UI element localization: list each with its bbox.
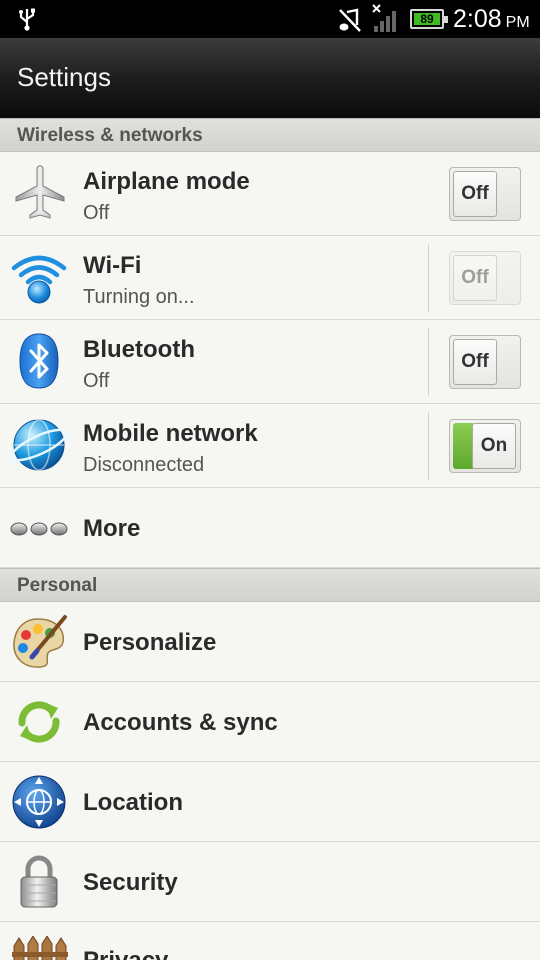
battery-icon: 89: [410, 9, 448, 29]
more-label: More: [83, 515, 141, 542]
globe-icon: [10, 419, 68, 471]
page-title: Settings: [17, 62, 111, 92]
location-icon: [12, 775, 66, 829]
bluetooth-label: Bluetooth: [83, 336, 195, 363]
accounts-sync-label: Accounts & sync: [83, 709, 278, 736]
settings-item-more[interactable]: More: [0, 488, 540, 568]
settings-item-mobile-network[interactable]: Mobile network Disconnected On: [0, 404, 540, 488]
clock-time: 2:08: [453, 5, 502, 33]
wifi-icon: [11, 255, 67, 304]
mobile-network-label: Mobile network: [83, 420, 258, 447]
battery-level: 89: [414, 13, 440, 26]
location-label: Location: [83, 789, 183, 816]
toggle-state: Off: [453, 339, 497, 385]
palette-icon: [13, 615, 67, 668]
toggle-state: On: [472, 423, 516, 469]
airplane-mode-label: Airplane mode: [83, 168, 250, 195]
clock-ampm: PM: [505, 14, 530, 31]
toggle-state: Off: [453, 255, 497, 301]
more-dots-icon: [10, 522, 68, 536]
bluetooth-toggle[interactable]: Off: [449, 335, 521, 389]
toggle-state: Off: [453, 171, 497, 217]
fence-icon: [12, 936, 68, 960]
title-bar: Settings: [0, 38, 540, 118]
row-divider: [428, 412, 429, 480]
security-label: Security: [83, 869, 178, 896]
settings-item-privacy[interactable]: Privacy: [0, 922, 540, 960]
settings-item-airplane-mode[interactable]: Airplane mode Off Off: [0, 152, 540, 236]
settings-item-personalize[interactable]: Personalize: [0, 602, 540, 682]
row-divider: [428, 244, 429, 312]
settings-item-accounts-sync[interactable]: Accounts & sync: [0, 682, 540, 762]
settings-item-security[interactable]: Security: [0, 842, 540, 922]
personalize-label: Personalize: [83, 629, 217, 656]
airplane-icon: [15, 165, 65, 219]
privacy-label: Privacy: [83, 947, 168, 960]
bluetooth-icon: [19, 333, 59, 389]
status-bar: 89 2:08 PM: [0, 0, 540, 38]
sync-icon: [18, 701, 60, 743]
mobile-network-summary: Disconnected: [83, 454, 205, 476]
wifi-toggle[interactable]: Off: [449, 251, 521, 305]
airplane-mode-toggle[interactable]: Off: [449, 167, 521, 221]
bluetooth-summary: Off: [83, 370, 110, 392]
section-header-personal: Personal: [0, 568, 540, 602]
section-header-wireless: Wireless & networks: [0, 118, 540, 152]
status-clock: 2:08 PM: [453, 4, 530, 38]
settings-item-bluetooth[interactable]: Bluetooth Off Off: [0, 320, 540, 404]
airplane-mode-summary: Off: [83, 202, 110, 224]
toggle-on-indicator: [453, 423, 473, 469]
settings-item-wifi[interactable]: Wi-Fi Turning on... Off: [0, 236, 540, 320]
signal-icon: [372, 4, 396, 32]
row-divider: [428, 328, 429, 396]
mobile-network-toggle[interactable]: On: [449, 419, 521, 473]
section-header-label: Wireless & networks: [17, 125, 203, 146]
padlock-icon: [20, 855, 58, 908]
section-header-label: Personal: [17, 575, 98, 596]
usb-icon: [19, 8, 35, 31]
wifi-label: Wi-Fi: [83, 252, 142, 279]
wifi-summary: Turning on...: [83, 286, 195, 308]
settings-item-location[interactable]: Location: [0, 762, 540, 842]
mute-icon: [339, 8, 361, 32]
